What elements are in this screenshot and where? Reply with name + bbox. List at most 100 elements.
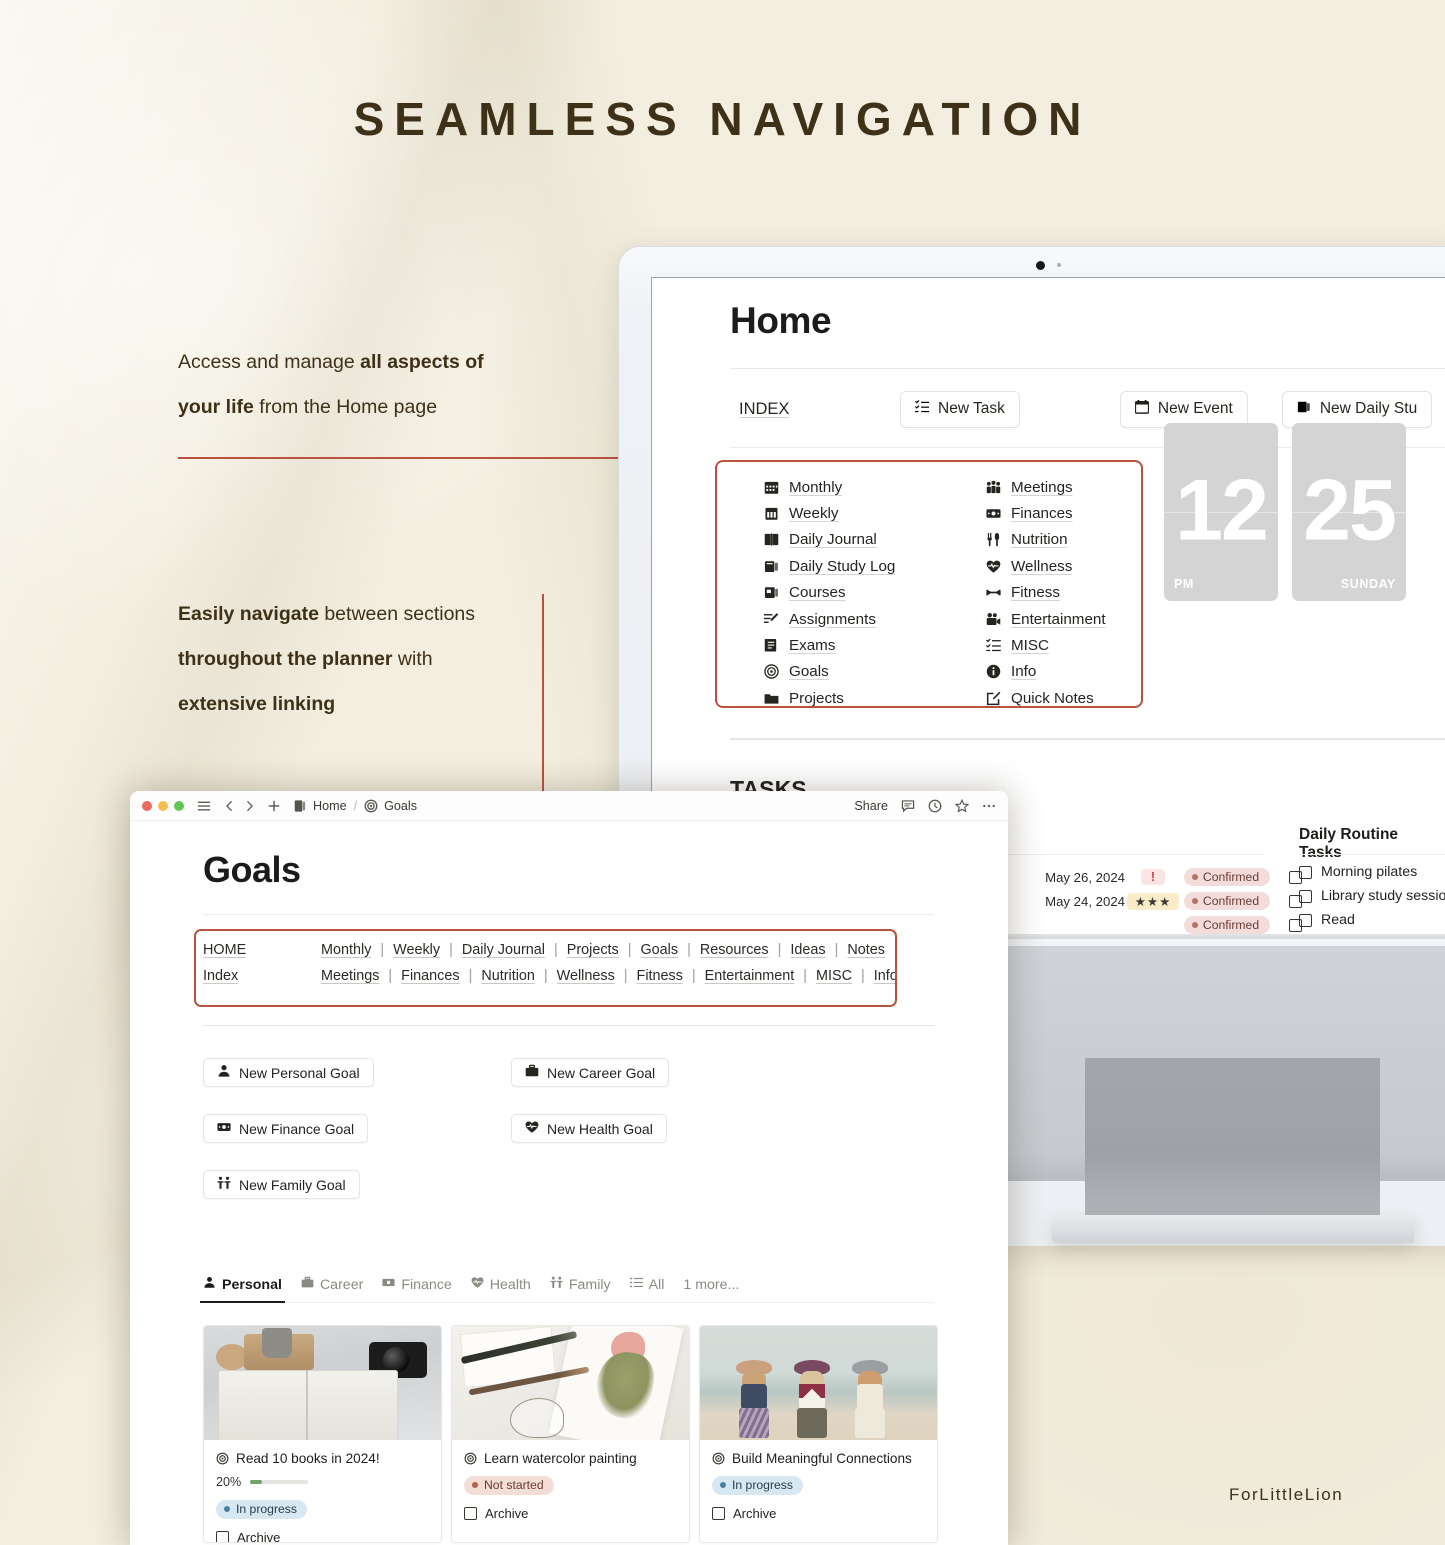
close-icon[interactable] <box>142 800 152 811</box>
plus-icon[interactable] <box>267 799 281 813</box>
target-icon <box>364 799 378 813</box>
index-item-weekly[interactable]: Weekly <box>763 500 985 526</box>
archive-row[interactable]: Archive <box>464 1506 677 1521</box>
nav-index-link[interactable]: Index <box>203 968 321 984</box>
maximize-icon[interactable] <box>174 800 184 811</box>
journal-icon <box>763 532 779 548</box>
index-item-label: Nutrition <box>1011 531 1068 549</box>
checkbox-icon[interactable] <box>464 1506 477 1520</box>
index-item-daily-journal[interactable]: Daily Journal <box>763 527 985 553</box>
target-icon <box>712 1452 725 1465</box>
new-family-goal-button[interactable]: New Family Goal <box>203 1170 360 1199</box>
index-item-goals[interactable]: Goals <box>763 659 985 685</box>
callout1-line2-plain: from the Home page <box>253 396 438 418</box>
archive-row[interactable]: Archive <box>712 1506 925 1521</box>
tab-career[interactable]: Career <box>301 1276 374 1302</box>
index-item-misc[interactable]: MISC <box>985 632 1207 658</box>
share-button[interactable]: Share <box>854 799 888 813</box>
tab-health[interactable]: Health <box>471 1276 542 1302</box>
nav-link-weekly[interactable]: Weekly <box>393 942 440 958</box>
new-career-goal-button[interactable]: New Career Goal <box>511 1058 670 1087</box>
sidebar-icon[interactable] <box>197 799 211 813</box>
divider <box>203 1025 934 1026</box>
divider <box>1007 854 1265 855</box>
nav-home-link[interactable]: HOME <box>203 942 321 958</box>
goals-page-title: Goals <box>203 849 301 890</box>
nav-link-finances[interactable]: Finances <box>401 968 459 984</box>
nav-link-entertainment[interactable]: Entertainment <box>705 968 795 984</box>
list-item[interactable]: Read <box>1299 912 1355 928</box>
nav-link-wellness[interactable]: Wellness <box>557 968 615 984</box>
nav-link-nutrition[interactable]: Nutrition <box>481 968 535 984</box>
back-icon[interactable] <box>222 799 236 813</box>
goal-card[interactable]: Learn watercolor painting Not started Ar… <box>451 1325 690 1543</box>
new-personal-goal-button[interactable]: New Personal Goal <box>203 1058 374 1087</box>
more-icon[interactable] <box>982 799 996 813</box>
traffic-lights[interactable] <box>142 800 184 811</box>
index-link[interactable]: INDEX <box>730 400 900 428</box>
navigation-links-section: HOME Monthly | Weekly | Daily Journal | … <box>194 929 934 1007</box>
nav-link-projects[interactable]: Projects <box>567 942 619 958</box>
callout1-line1-bold: all aspects of <box>360 351 484 373</box>
goal-card-title-row: Build Meaningful Connections <box>712 1451 925 1466</box>
goal-card[interactable]: Read 10 books in 2024! 20% In progress A… <box>203 1325 442 1543</box>
nav-link-info[interactable]: Info <box>874 968 898 984</box>
new-health-goal-button[interactable]: New Health Goal <box>511 1114 667 1143</box>
index-item-exams[interactable]: Exams <box>763 632 985 658</box>
goal-card[interactable]: Build Meaningful Connections In progress… <box>699 1325 938 1543</box>
checkbox-icon[interactable] <box>712 1506 725 1520</box>
status-dot-icon <box>1191 874 1198 880</box>
tab-family[interactable]: Family <box>550 1276 622 1302</box>
index-item-info[interactable]: Info <box>985 659 1207 685</box>
checkbox-icon[interactable] <box>1299 913 1312 927</box>
index-item-quick-notes[interactable]: Quick Notes <box>985 685 1207 711</box>
index-item-monthly[interactable]: Monthly <box>763 474 985 500</box>
checkbox-icon[interactable] <box>1299 865 1312 879</box>
index-item-projects[interactable]: Projects <box>763 685 985 711</box>
tab-more[interactable]: 1 more... <box>683 1277 750 1302</box>
breadcrumb-current[interactable]: Goals <box>384 799 417 813</box>
calendar-week-icon <box>763 506 779 522</box>
new-event-button[interactable]: New Event <box>1119 390 1248 428</box>
comment-icon[interactable] <box>901 799 915 813</box>
nav-link-notes[interactable]: Notes <box>847 942 885 958</box>
index-item-courses[interactable]: Courses <box>763 580 985 606</box>
star-icon[interactable] <box>955 798 969 813</box>
tab-personal[interactable]: Personal <box>200 1276 293 1303</box>
nav-link-meetings[interactable]: Meetings <box>321 968 379 984</box>
archive-row[interactable]: Archive <box>216 1530 429 1542</box>
nav-link-ideas[interactable]: Ideas <box>790 942 825 958</box>
index-item-daily-study-log[interactable]: Daily Study Log <box>763 553 985 579</box>
nav-link-fitness[interactable]: Fitness <box>637 968 683 984</box>
breadcrumb-home[interactable]: Home <box>313 799 347 813</box>
checkbox-icon[interactable] <box>1299 889 1312 903</box>
minimize-icon[interactable] <box>158 800 168 811</box>
divider <box>730 737 1445 740</box>
table-row[interactable]: May 24, 2024 ★★★ Confirmed <box>1007 888 1317 914</box>
tab-finance[interactable]: Finance <box>382 1276 462 1302</box>
checkbox-icon[interactable] <box>216 1530 229 1542</box>
list-item[interactable]: Library study session <box>1299 888 1445 904</box>
new-finance-goal-button[interactable]: New Finance Goal <box>203 1114 369 1143</box>
tab-all[interactable]: All <box>629 1276 676 1302</box>
list-item[interactable]: Morning pilates <box>1299 864 1417 880</box>
new-daily-study-button[interactable]: New Daily Stu <box>1281 390 1433 428</box>
person-icon <box>203 1276 216 1293</box>
table-row[interactable]: May 26, 2024 ! Confirmed <box>1007 864 1317 890</box>
table-row[interactable]: Confirmed <box>1007 912 1317 934</box>
index-item-label: Assignments <box>789 610 876 628</box>
exam-icon <box>763 638 779 654</box>
heart-pulse-icon <box>525 1120 539 1137</box>
index-item-label: Quick Notes <box>1011 689 1094 707</box>
new-task-button[interactable]: New Task <box>900 390 1020 428</box>
nav-link-daily-journal[interactable]: Daily Journal <box>462 942 545 958</box>
forward-icon[interactable] <box>243 799 257 813</box>
nav-link-monthly[interactable]: Monthly <box>321 942 371 958</box>
index-item-assignments[interactable]: Assignments <box>763 606 985 632</box>
index-item-entertainment[interactable]: Entertainment <box>985 606 1207 632</box>
nav-link-goals[interactable]: Goals <box>640 942 678 958</box>
clock-icon[interactable] <box>928 799 942 813</box>
nav-separator: | <box>554 942 558 958</box>
nav-link-resources[interactable]: Resources <box>700 942 769 958</box>
nav-link-misc[interactable]: MISC <box>816 968 852 984</box>
